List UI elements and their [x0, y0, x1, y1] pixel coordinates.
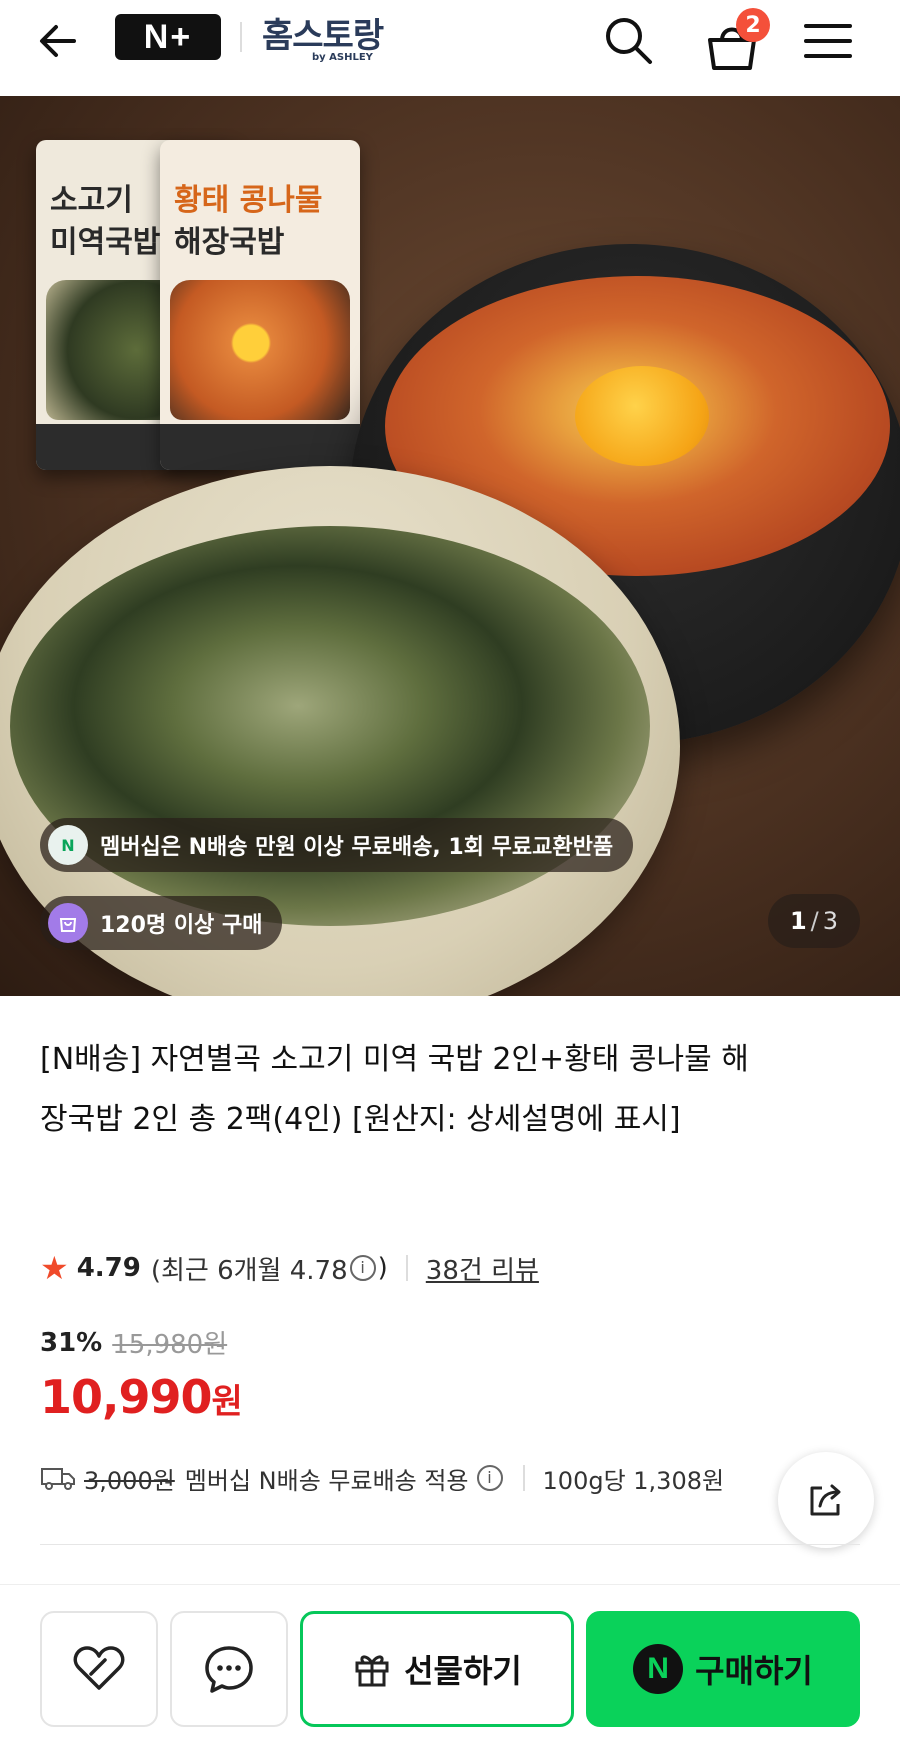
- shopping-bag-icon: [48, 903, 88, 943]
- shipping-info-icon[interactable]: i: [476, 1465, 503, 1491]
- pack-title: 소고기 미역국밥: [50, 183, 161, 260]
- gift-icon: [355, 1655, 389, 1687]
- pack-food-photo: [170, 280, 350, 420]
- naver-pay-icon: N: [633, 1644, 684, 1694]
- pack-footer: [160, 424, 360, 470]
- product-title: [N배송] 자연별곡 소고기 미역 국밥 2인+황태 콩나물 해장국밥 2인 총…: [40, 1042, 749, 1137]
- discount-row: 31% 15,980원: [40, 1324, 227, 1361]
- brand-sub: by ASHLEY: [312, 52, 373, 63]
- buy-button-label: 구매하기: [695, 1652, 813, 1690]
- menu-icon: [804, 24, 852, 58]
- cart-count-badge: 2: [736, 8, 770, 42]
- shipping-original-fee: 3,000원: [84, 1466, 175, 1495]
- unit-price: 100g당 1,308원: [542, 1466, 725, 1495]
- sale-price: 10,990원: [40, 1370, 243, 1424]
- pager-total: 3: [822, 907, 839, 935]
- n-delivery-icon: N: [48, 825, 88, 865]
- back-arrow-icon: [40, 25, 76, 57]
- recent-rating-label: (최근 6개월 4.78: [150, 1255, 348, 1286]
- pager-current: 1: [789, 907, 807, 935]
- shipping-text: 멤버십 N배송 무료배송 적용: [184, 1466, 469, 1495]
- rating-row: ★ 4.79 (최근 6개월 4.78 i ) 38건 리뷰: [40, 1248, 539, 1288]
- shipping-row: 3,000원 멤버십 N배송 무료배송 적용 i 100g당 1,308원: [40, 1458, 800, 1498]
- pager-separator: /: [810, 907, 819, 935]
- purchase-count-chip: 120명 이상 구매: [40, 896, 283, 950]
- membership-chip-label: 멤버십은 N배송 만원 이상 무료배송, 1회 무료교환반품: [100, 835, 614, 860]
- gift-button[interactable]: 선물하기: [300, 1611, 574, 1727]
- brand-logo[interactable]: 홈스토랑 by ASHLEY: [262, 8, 402, 68]
- heart-icon: [73, 1646, 125, 1690]
- rating-value: 4.79: [76, 1253, 141, 1283]
- search-button[interactable]: [598, 10, 658, 70]
- gift-button-label: 선물하기: [404, 1652, 522, 1690]
- share-icon: [810, 1484, 841, 1516]
- discount-rate: 31%: [40, 1327, 103, 1358]
- truck-icon: [41, 1468, 75, 1490]
- sale-price-value: 10,990: [40, 1370, 213, 1424]
- info-icon[interactable]: i: [349, 1255, 376, 1281]
- section-divider: [40, 1544, 860, 1545]
- header-divider: [240, 22, 242, 52]
- pack-title: 황태 콩나물 해장국밥: [174, 183, 323, 260]
- review-link[interactable]: 38건 리뷰: [426, 1250, 539, 1287]
- recent-rating-suffix: ): [377, 1253, 388, 1283]
- nplus-logo[interactable]: N+: [115, 14, 221, 60]
- share-button[interactable]: [778, 1452, 874, 1548]
- top-header: N+ 홈스토랑 by ASHLEY 2: [0, 0, 900, 96]
- buy-button[interactable]: N 구매하기: [586, 1611, 860, 1727]
- menu-button[interactable]: [800, 14, 856, 68]
- product-image-carousel[interactable]: 소고기 미역국밥 황태 콩나물 해장국밥 N 멤버십은 N배송 만원 이상 무료…: [0, 96, 900, 996]
- original-price: 15,980원: [112, 1330, 228, 1360]
- divider: [405, 1255, 408, 1281]
- chat-bubble-icon: [205, 1646, 253, 1693]
- sale-price-unit: 원: [211, 1382, 243, 1422]
- divider: [522, 1465, 525, 1491]
- bottom-action-bar: 선물하기 N 구매하기: [0, 1584, 900, 1756]
- image-pager: 1 / 3: [768, 894, 860, 948]
- talk-button[interactable]: [170, 1611, 288, 1727]
- cart-button[interactable]: 2: [700, 8, 770, 72]
- purchase-count-label: 120명 이상 구매: [100, 913, 263, 938]
- wishlist-button[interactable]: [40, 1611, 158, 1727]
- brand-name: 홈스토랑: [262, 16, 384, 56]
- search-icon: [606, 18, 652, 64]
- egg-yolk: [575, 366, 709, 466]
- back-button[interactable]: [34, 14, 88, 68]
- product-pack-hwangtae: 황태 콩나물 해장국밥: [160, 140, 360, 470]
- membership-chip[interactable]: N 멤버십은 N배송 만원 이상 무료배송, 1회 무료교환반품: [40, 818, 634, 872]
- star-icon: ★: [40, 1249, 69, 1287]
